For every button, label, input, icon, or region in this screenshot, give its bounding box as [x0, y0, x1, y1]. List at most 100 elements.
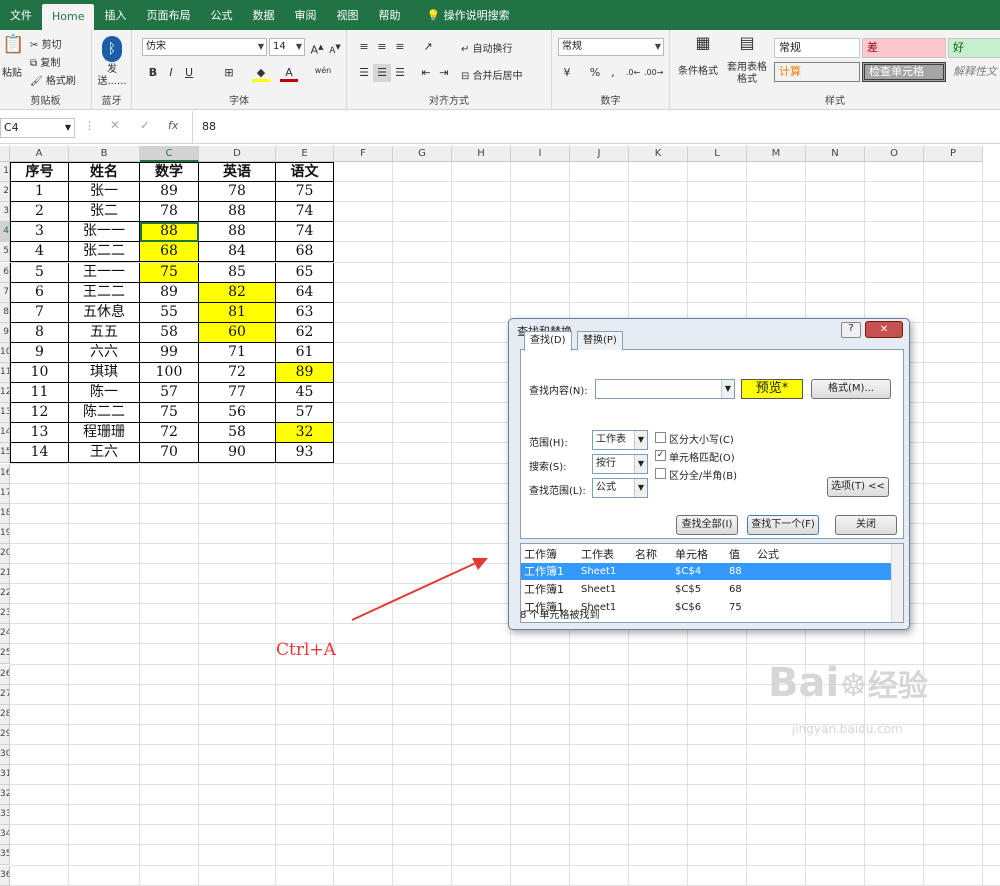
cancel-icon[interactable]: ✕ [110, 118, 120, 132]
tab-1[interactable]: Home [42, 4, 95, 30]
align-bottom-icon[interactable]: ≡ [391, 38, 409, 56]
table-cell[interactable]: 70 [140, 443, 199, 464]
table-cell[interactable]: 张二二 [69, 242, 140, 263]
table-cell[interactable]: 2 [10, 202, 69, 223]
table-cell[interactable]: 75 [140, 262, 199, 283]
fill-color-icon[interactable]: ◆ [252, 64, 270, 82]
bluetooth-send-button[interactable]: 发送...... [96, 64, 128, 88]
style-check-cell[interactable]: 检查单元格 [862, 62, 946, 82]
table-cell[interactable]: 71 [199, 342, 276, 363]
table-cell[interactable]: 88 [199, 222, 276, 243]
paste-icon[interactable]: 📋 [2, 36, 24, 62]
row-header-36[interactable]: 36 [0, 865, 10, 886]
table-cell[interactable]: 72 [199, 363, 276, 384]
table-cell[interactable]: 10 [10, 363, 69, 384]
result-column-header[interactable]: 公式 [757, 546, 779, 562]
decrease-indent-icon[interactable]: ⇤ [417, 64, 435, 82]
result-column-header[interactable]: 名称 [635, 546, 657, 562]
row-header-9[interactable]: 9 [0, 322, 10, 343]
table-cell[interactable]: 89 [276, 363, 334, 384]
row-header-19[interactable]: 19 [0, 523, 10, 544]
style-explanatory[interactable]: 解释性文 [948, 62, 1000, 82]
table-cell[interactable]: 57 [276, 403, 334, 424]
tab-4[interactable]: 公式 [200, 0, 242, 30]
table-cell[interactable]: 55 [140, 302, 199, 323]
column-header-D[interactable]: D [199, 146, 276, 162]
row-header-14[interactable]: 14 [0, 423, 10, 444]
close-icon[interactable]: ✕ [865, 321, 903, 338]
row-header-1[interactable]: 1 [0, 162, 10, 183]
table-cell[interactable]: 68 [276, 242, 334, 263]
table-cell[interactable]: 78 [199, 182, 276, 203]
table-cell[interactable]: 58 [140, 322, 199, 343]
table-cell[interactable]: 13 [10, 423, 69, 444]
copy-button[interactable]: ⧉ 复制 [30, 54, 60, 69]
shrink-font-icon[interactable]: A▼ [326, 38, 344, 56]
table-cell[interactable]: 五休息 [69, 302, 140, 323]
number-format-select[interactable]: 常规 ▼ [558, 38, 664, 56]
orientation-icon[interactable]: ↗ [419, 38, 437, 56]
column-header-H[interactable]: H [452, 146, 511, 162]
style-good[interactable]: 好 [948, 38, 1000, 58]
row-header-15[interactable]: 15 [0, 443, 10, 464]
table-cell[interactable]: 5 [10, 262, 69, 283]
row-header-13[interactable]: 13 [0, 403, 10, 424]
lookin-select[interactable]: 公式 ▼ [592, 478, 648, 498]
merge-center-button[interactable]: ⊟ 合并后居中 [461, 67, 523, 82]
font-name-select[interactable]: 仿宋 ▼ [142, 38, 267, 56]
conditional-format-button[interactable]: 条件格式 [678, 62, 718, 77]
result-row[interactable]: 工作簿1 Sheet1 $C$5 68 [521, 581, 891, 598]
tab-8[interactable]: 帮助 [368, 0, 410, 30]
table-cell[interactable]: 7 [10, 302, 69, 323]
table-cell[interactable]: 61 [276, 342, 334, 363]
font-color-button[interactable]: A [280, 64, 298, 82]
format-painter-button[interactable]: 🖌 格式刷 [30, 72, 76, 87]
column-header-F[interactable]: F [334, 146, 393, 162]
table-cell[interactable]: 张一 [69, 182, 140, 203]
table-cell[interactable]: 84 [199, 242, 276, 263]
table-cell[interactable]: 57 [140, 383, 199, 404]
table-cell[interactable]: 75 [276, 182, 334, 203]
match-case-checkbox[interactable] [655, 432, 666, 443]
bluetooth-icon[interactable]: ᛒ [102, 36, 122, 62]
grow-font-icon[interactable]: A▲ [308, 38, 326, 57]
italic-button[interactable]: I [162, 64, 180, 82]
table-cell[interactable]: 77 [199, 383, 276, 404]
tab-6[interactable]: 审阅 [284, 0, 326, 30]
font-size-select[interactable]: 14 ▼ [269, 38, 305, 56]
tab-0[interactable]: 文件 [0, 0, 42, 30]
row-header-3[interactable]: 3 [0, 202, 10, 223]
row-header-35[interactable]: 35 [0, 845, 10, 866]
table-cell[interactable]: 74 [276, 202, 334, 223]
formula-input[interactable]: 88 [202, 120, 216, 133]
row-header-29[interactable]: 29 [0, 724, 10, 745]
row-header-6[interactable]: 6 [0, 262, 10, 283]
table-cell[interactable]: 3 [10, 222, 69, 243]
table-cell[interactable]: 11 [10, 383, 69, 404]
row-header-23[interactable]: 23 [0, 604, 10, 625]
result-column-header[interactable]: 值 [729, 546, 740, 562]
options-button[interactable]: 选项(T) << [827, 477, 889, 497]
table-cell[interactable]: 90 [199, 443, 276, 464]
table-cell[interactable]: 89 [140, 282, 199, 303]
table-format-button[interactable]: 套用表格格式 [724, 62, 770, 86]
tab-2[interactable]: 插入 [94, 0, 136, 30]
increase-decimal-icon[interactable]: .0← [624, 64, 642, 82]
style-bad[interactable]: 差 [862, 38, 946, 58]
align-left-icon[interactable]: ☰ [355, 64, 373, 82]
row-header-7[interactable]: 7 [0, 282, 10, 303]
column-header-G[interactable]: G [393, 146, 452, 162]
row-header-18[interactable]: 18 [0, 503, 10, 524]
table-cell[interactable]: 陈一 [69, 383, 140, 404]
style-normal[interactable]: 常规 [774, 38, 860, 58]
row-header-10[interactable]: 10 [0, 342, 10, 363]
table-cell[interactable]: 14 [10, 443, 69, 464]
table-cell[interactable]: 64 [276, 282, 334, 303]
align-middle-icon[interactable]: ≡ [373, 38, 391, 56]
row-header-5[interactable]: 5 [0, 242, 10, 263]
comma-icon[interactable]: , [604, 64, 622, 82]
row-header-24[interactable]: 24 [0, 624, 10, 645]
select-all-corner[interactable] [0, 146, 10, 162]
result-row[interactable]: 工作簿1 Sheet1 $C$4 88 [521, 563, 891, 580]
find-what-input[interactable]: ▼ [595, 379, 735, 399]
